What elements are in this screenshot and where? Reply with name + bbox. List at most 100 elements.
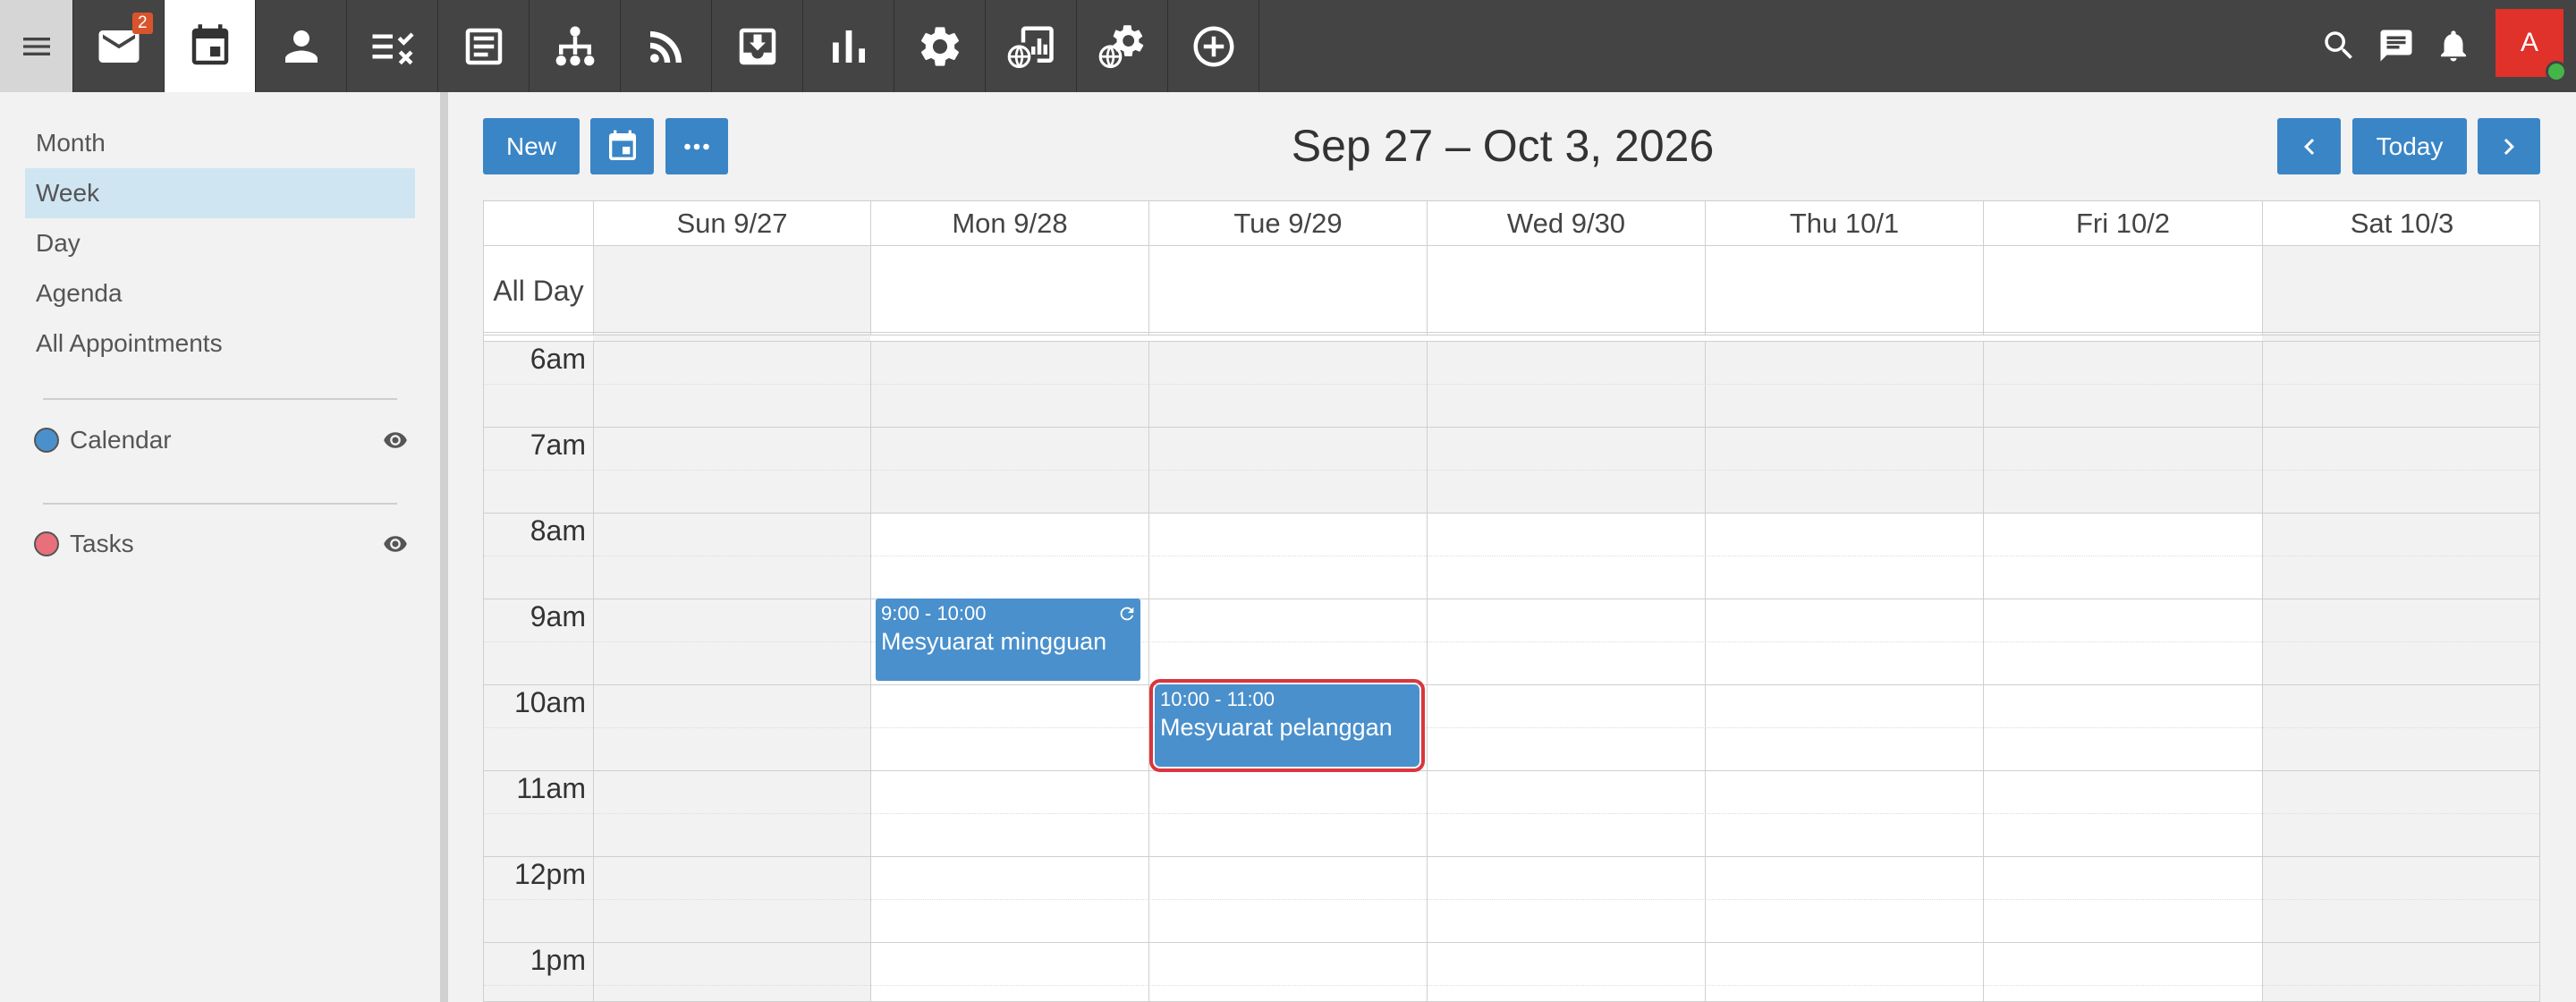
day-column-fri[interactable] (1983, 341, 2262, 1001)
day-header[interactable]: Sun 9/27 (593, 201, 870, 246)
eye-icon (384, 536, 407, 552)
half-hour-line (484, 813, 593, 814)
event-title: Mesyuarat pelanggan (1160, 714, 1393, 741)
hour-label: 9am (530, 600, 586, 633)
all-day-row: All Day (484, 246, 2539, 335)
chat-icon (2380, 30, 2412, 62)
org-chart-icon (555, 26, 594, 65)
all-day-cell[interactable] (1983, 246, 2262, 335)
settings-app-button[interactable] (894, 0, 986, 92)
day-header[interactable]: Wed 9/30 (1427, 201, 1705, 246)
recurring-icon (1117, 604, 1137, 624)
event-client-meeting[interactable]: 10:00 - 11:00 Mesyuarat pelanggan (1149, 679, 1425, 772)
sidebar-resize-handle[interactable] (440, 92, 448, 1002)
rss-icon (649, 30, 682, 63)
today-button[interactable]: Today (2352, 118, 2467, 174)
half-hour-line (484, 727, 593, 728)
eye-icon (384, 432, 407, 448)
view-all-appointments[interactable]: All Appointments (25, 318, 415, 369)
view-week[interactable]: Week (25, 168, 415, 218)
mail-app-button[interactable]: 2 (73, 0, 165, 92)
previous-week-button[interactable] (2277, 118, 2341, 174)
notes-icon (465, 28, 502, 64)
reports-app-button[interactable] (803, 0, 894, 92)
half-hour-line (484, 470, 593, 471)
visibility-toggle[interactable] (381, 531, 410, 556)
inbox-download-app-button[interactable] (712, 0, 803, 92)
visibility-toggle[interactable] (381, 428, 410, 453)
search-icon (2325, 31, 2352, 59)
calendar-list-item-calendar[interactable]: Calendar (34, 422, 410, 458)
all-day-cell[interactable] (593, 246, 870, 335)
top-bar: 2 A (0, 0, 2576, 92)
hour-label: 10am (513, 686, 586, 718)
event-title: Mesyuarat mingguan (881, 628, 1107, 655)
day-column-tue[interactable] (1148, 341, 1427, 1001)
day-header[interactable]: Tue 9/29 (1148, 201, 1427, 246)
add-app-button[interactable] (1168, 0, 1259, 92)
day-column-sun[interactable] (593, 341, 870, 1001)
new-appointment-button[interactable]: New (483, 118, 580, 174)
all-day-cell[interactable] (1427, 246, 1705, 335)
chevron-right-icon (2504, 138, 2514, 155)
menu-button[interactable] (0, 0, 73, 92)
more-horizontal-icon (684, 143, 709, 149)
notifications-button[interactable] (2435, 27, 2472, 64)
chevron-left-icon (2303, 138, 2314, 155)
view-month[interactable]: Month (25, 118, 415, 168)
all-day-cell[interactable] (870, 246, 1148, 335)
calendar-icon (608, 130, 636, 160)
date-picker-button[interactable] (590, 118, 654, 174)
chat-button[interactable] (2377, 27, 2415, 64)
view-agenda[interactable]: Agenda (25, 268, 415, 318)
notes-app-button[interactable] (438, 0, 530, 92)
all-day-cell[interactable] (1148, 246, 1427, 335)
half-hour-line (484, 899, 593, 900)
half-hour-line (484, 641, 593, 642)
day-header[interactable]: Sat 10/3 (2262, 201, 2539, 246)
all-day-cell[interactable] (2262, 246, 2539, 335)
day-header[interactable]: Fri 10/2 (1983, 201, 2262, 246)
inbox-download-icon (739, 28, 775, 64)
contacts-app-button[interactable] (256, 0, 347, 92)
menu-icon (22, 37, 50, 55)
search-button[interactable] (2320, 27, 2358, 64)
hour-label: 7am (530, 429, 586, 461)
web-reports-icon (1007, 26, 1054, 68)
reports-icon (832, 30, 865, 63)
online-status-indicator (2546, 61, 2567, 82)
all-day-label: All Day (493, 274, 584, 307)
hour-label: 12pm (513, 858, 586, 890)
web-reports-app-button[interactable] (986, 0, 1077, 92)
tasks-icon (372, 31, 414, 64)
day-column-sat[interactable] (2262, 341, 2539, 1001)
day-header[interactable]: Thu 10/1 (1705, 201, 1983, 246)
calendar-app-button[interactable] (165, 0, 256, 92)
date-range-title: Sep 27 – Oct 3, 2026 (1291, 121, 1715, 171)
add-app-icon (1193, 26, 1233, 66)
event-time: 10:00 - 11:00 (1160, 688, 1275, 710)
calendar-label: Tasks (70, 530, 134, 557)
org-chart-app-button[interactable] (530, 0, 621, 92)
day-column-wed[interactable] (1427, 341, 1705, 1001)
next-week-button[interactable] (2478, 118, 2540, 174)
week-grid: Sun 9/27 Mon 9/28 Tue 9/29 Wed 9/30 Thu … (483, 200, 2540, 1002)
rss-app-button[interactable] (621, 0, 712, 92)
web-settings-app-button[interactable] (1077, 0, 1168, 92)
calendar-label: Calendar (70, 426, 172, 454)
day-column-thu[interactable] (1705, 341, 1983, 1001)
view-day[interactable]: Day (25, 218, 415, 268)
half-hour-line (484, 985, 593, 986)
tasks-app-button[interactable] (347, 0, 438, 92)
calendar-icon (191, 23, 228, 64)
day-header[interactable]: Mon 9/28 (870, 201, 1148, 246)
calendar-list-item-tasks[interactable]: Tasks (34, 526, 410, 562)
hour-label: 1pm (530, 944, 586, 976)
settings-icon (920, 26, 959, 66)
more-options-button[interactable] (665, 118, 728, 174)
mail-unread-badge: 2 (132, 13, 153, 34)
event-weekly-meeting[interactable]: 9:00 - 10:00 Mesyuarat mingguan (876, 599, 1140, 681)
sidebar-divider (43, 503, 397, 505)
all-day-cell[interactable] (1705, 246, 1983, 335)
calendar-color-dot (34, 531, 59, 556)
